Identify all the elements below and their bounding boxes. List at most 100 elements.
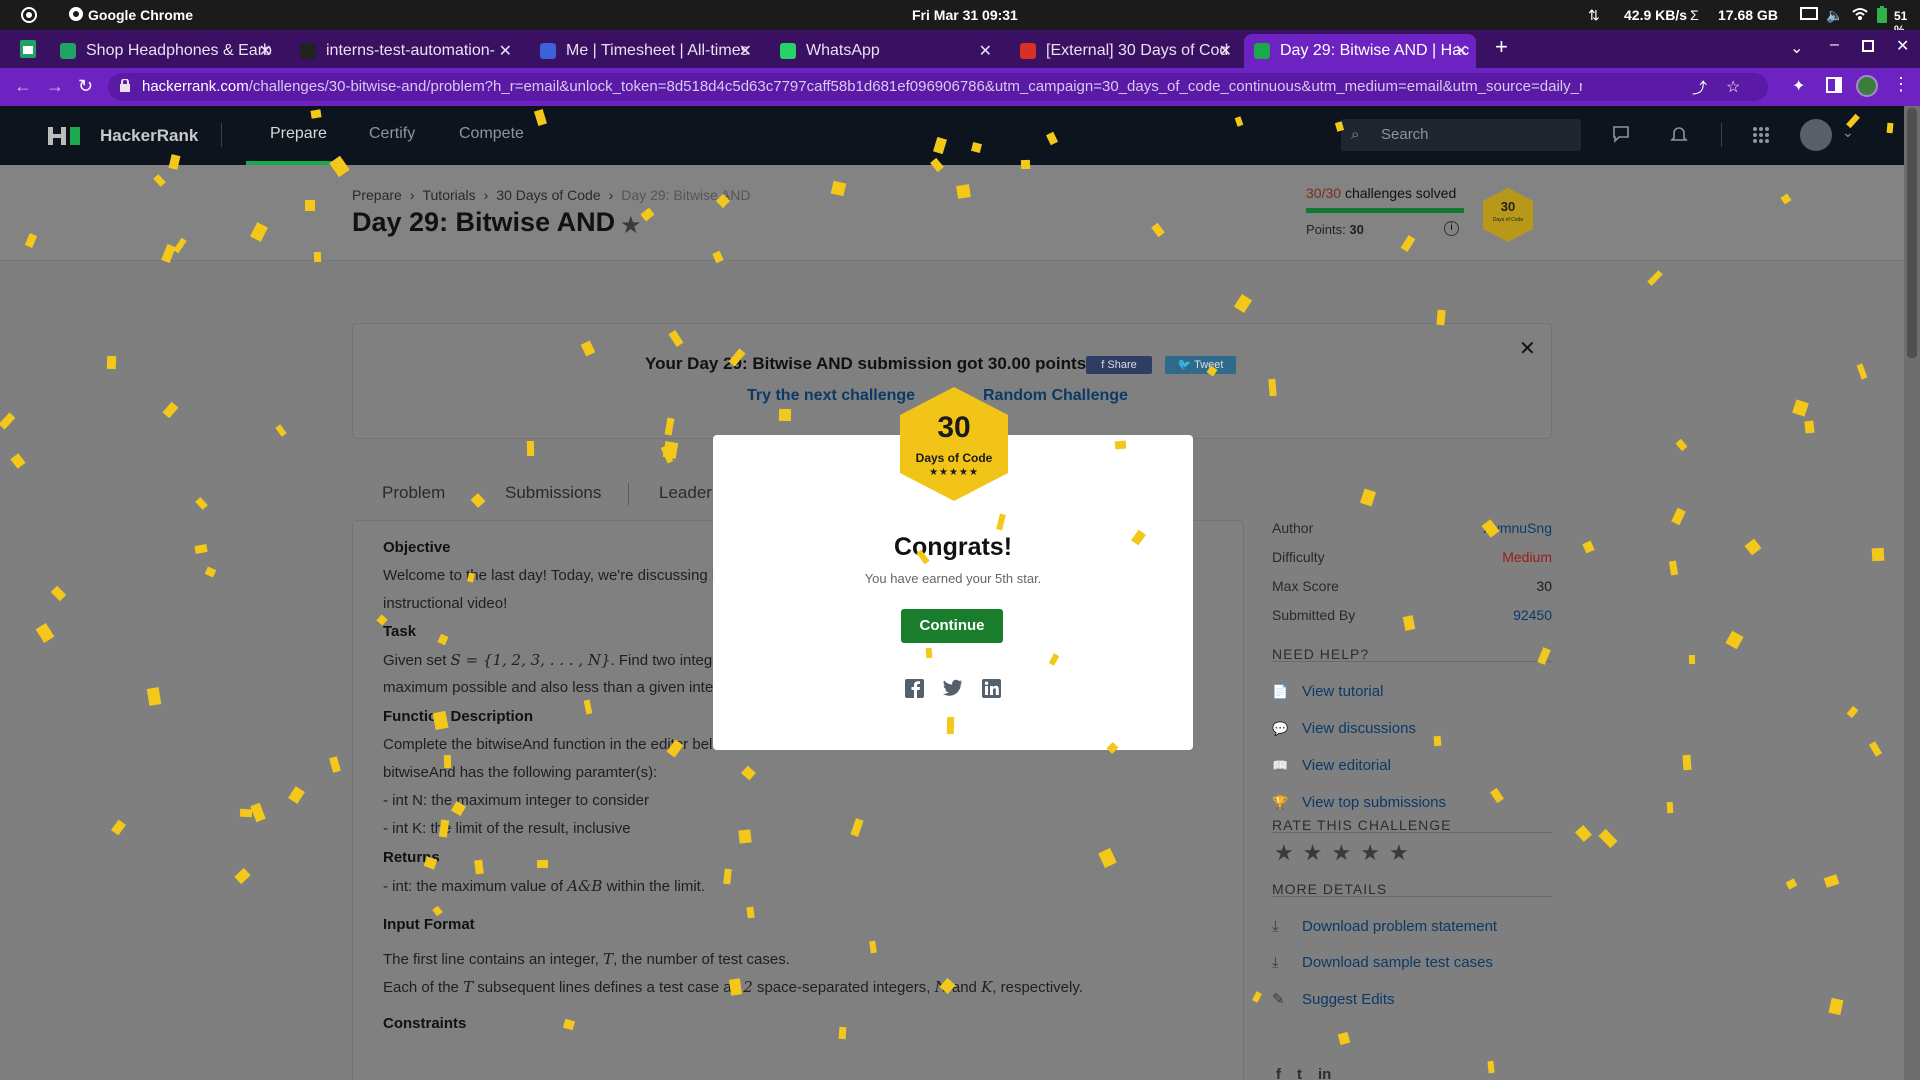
sheets-icon[interactable] (20, 40, 36, 63)
linkedin-icon[interactable]: in (1318, 1066, 1331, 1080)
tab-search-icon[interactable]: ⌄ (1790, 38, 1803, 58)
info-icon[interactable]: i (1444, 221, 1459, 236)
more-details-link[interactable]: ✎ Suggest Edits (1272, 990, 1395, 1008)
net-speed: 42.9 KB/s (1624, 7, 1688, 23)
small-30-days-badge: 30 Days of Code (1482, 187, 1534, 243)
close-tab-icon[interactable]: ✕ (259, 41, 272, 61)
nav-prepare[interactable]: Prepare (270, 125, 327, 143)
badge-label: Days of Code (915, 451, 993, 465)
hackerrank-logo[interactable]: HackerRank (48, 126, 198, 146)
apps-grid-icon[interactable] (1752, 126, 1770, 149)
close-tab-icon[interactable]: ✕ (739, 41, 752, 61)
confetti-piece (1268, 378, 1277, 397)
chrome-menu-icon[interactable]: ⋮ (1892, 74, 1910, 95)
tab-problem[interactable]: Problem (382, 483, 445, 503)
tab-submissions[interactable]: Submissions (505, 483, 601, 503)
confetti-piece (778, 408, 792, 422)
challenge-sidebar: Author AvmnuSng Difficulty Medium Max Score 3… (1272, 520, 1552, 1080)
url-path: /challenges/30-bitwise-and/problem?h_r=e… (248, 78, 1582, 95)
os-app-name: Google Chrome (88, 7, 194, 23)
tweet-button[interactable]: 🐦 Tweet (1165, 356, 1236, 374)
battery-icon[interactable] (1876, 6, 1888, 27)
modal-title: Congrats! (893, 533, 1013, 561)
twitter-icon[interactable]: t (1297, 1066, 1302, 1080)
forward-icon[interactable]: → (46, 76, 64, 97)
close-tab-icon[interactable]: ✕ (499, 41, 512, 61)
confetti-piece (106, 355, 117, 370)
continue-button[interactable]: Continue (901, 609, 1003, 643)
browser-tab-3[interactable]: Me | Timesheet | All-times ✕ (530, 34, 760, 68)
nav-certify[interactable]: Certify (369, 125, 415, 143)
close-window-icon[interactable]: ✕ (1896, 36, 1909, 56)
param-k: - int K: the limit of the result, inclus… (383, 820, 631, 837)
next-challenge-link[interactable]: Try the next challenge (747, 387, 915, 405)
search-box[interactable]: ⌕ Search (1341, 119, 1581, 151)
wifi-icon[interactable] (1852, 6, 1868, 25)
rating-star-icon[interactable]: ★ (1274, 840, 1294, 866)
extensions-icon[interactable]: ✦ (1792, 76, 1805, 96)
minimize-icon[interactable]: – (1830, 36, 1839, 54)
small-badge-number: 30 (1500, 199, 1516, 214)
address-bar[interactable]: hackerrank.com/challenges/30-bitwise-and… (108, 73, 1768, 101)
profile-avatar[interactable] (1856, 75, 1878, 97)
side-panel-icon[interactable] (1826, 77, 1842, 97)
help-link[interactable]: 💬 View discussions (1272, 720, 1416, 737)
notifications-icon[interactable] (1670, 125, 1688, 148)
browser-tab-2[interactable]: interns-test-automation- ✕ (290, 34, 520, 68)
star-bookmark-icon[interactable]: ☆ (1726, 77, 1740, 97)
os-menu-icon[interactable] (20, 6, 38, 27)
tab-leaderboard[interactable]: Leaderboard (659, 483, 719, 503)
linkedin-icon[interactable] (982, 679, 1001, 698)
rating-star-icon[interactable]: ★ (1389, 840, 1409, 866)
user-avatar[interactable] (1800, 119, 1832, 151)
maximize-icon[interactable] (1862, 38, 1876, 57)
browser-tab-1[interactable]: Shop Headphones & Earb ✕ (50, 34, 280, 68)
breadcrumb-tutorials[interactable]: Tutorials (422, 187, 475, 203)
back-icon[interactable]: ← (14, 76, 32, 97)
rating-star-icon[interactable]: ★ (1360, 840, 1380, 866)
nav-compete[interactable]: Compete (459, 125, 524, 143)
close-banner-icon[interactable]: ✕ (1519, 336, 1536, 361)
more-details-link[interactable]: ⤓ Download sample test cases (1272, 954, 1493, 971)
help-link[interactable]: 📖 View editorial (1272, 757, 1391, 774)
facebook-icon[interactable] (905, 679, 924, 698)
help-link[interactable]: 📄 View tutorial (1272, 683, 1383, 700)
screen-icon[interactable] (1800, 6, 1818, 25)
reload-icon[interactable]: ↻ (78, 76, 93, 97)
facebook-share-button[interactable]: f Share (1086, 356, 1152, 374)
share-icon[interactable]: ⤴ (1692, 77, 1707, 98)
rating-star-icon[interactable]: ★ (1303, 840, 1323, 866)
close-tab-icon[interactable]: ✕ (979, 41, 992, 61)
favorite-star-icon[interactable]: ★ (620, 211, 642, 240)
help-link[interactable]: 🏆 View top submissions (1272, 794, 1446, 811)
messages-icon[interactable] (1612, 125, 1630, 148)
tab-title: interns-test-automation- (326, 42, 495, 59)
more-details-heading: MORE DETAILS (1272, 881, 1388, 897)
browser-tab-5[interactable]: [External] 30 Days of Cod ✕ (1010, 34, 1240, 68)
os-clock[interactable]: Fri Mar 31 09:31 (912, 7, 1018, 23)
confetti-piece (526, 440, 535, 457)
confetti-piece (946, 716, 955, 735)
facebook-icon[interactable]: f (1276, 1066, 1281, 1080)
lock-icon[interactable] (120, 78, 130, 96)
breadcrumb-prepare[interactable]: Prepare (352, 187, 402, 203)
volume-icon[interactable]: 🔈 (1826, 7, 1843, 24)
browser-tab-6[interactable]: Day 29: Bitwise AND | Hac ✕ (1244, 34, 1476, 68)
new-tab-button[interactable]: + (1495, 34, 1508, 60)
rating-star-icon[interactable]: ★ (1331, 840, 1351, 866)
close-tab-icon[interactable]: ✕ (1219, 41, 1232, 61)
confetti-piece (1433, 735, 1442, 747)
close-tab-icon[interactable]: ✕ (1455, 41, 1468, 61)
scrollbar-thumb[interactable] (1907, 108, 1917, 358)
social-share-row: f t in (1276, 1066, 1331, 1080)
detail-label: Author (1272, 520, 1314, 536)
function-params: bitwiseAnd has the following paramter(s)… (383, 764, 658, 781)
detail-value[interactable]: 92450 (1513, 607, 1552, 623)
breadcrumb-30days[interactable]: 30 Days of Code (496, 187, 600, 203)
tab-title: [External] 30 Days of Cod (1046, 42, 1229, 59)
more-details-link[interactable]: ⤓ Download problem statement (1272, 918, 1497, 935)
browser-tab-4[interactable]: WhatsApp ✕ (770, 34, 1000, 68)
confetti-piece (925, 647, 933, 659)
search-placeholder[interactable]: Search (1381, 126, 1429, 143)
twitter-icon[interactable] (943, 679, 963, 696)
